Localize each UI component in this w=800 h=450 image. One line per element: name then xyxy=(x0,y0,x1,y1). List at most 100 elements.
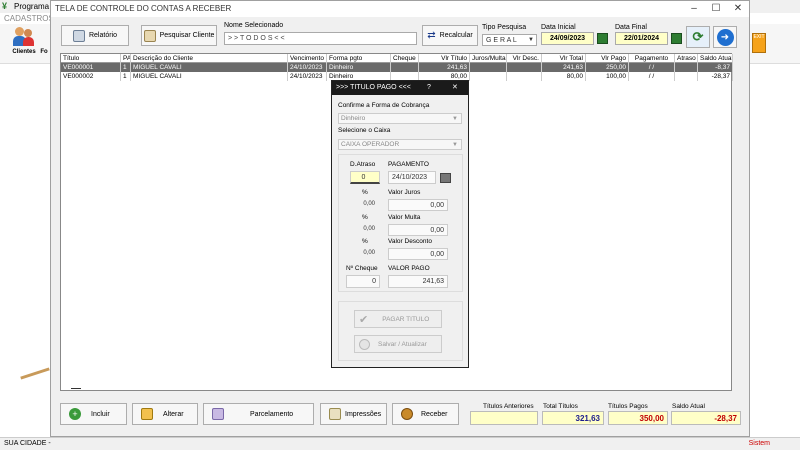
column-header-descricao[interactable]: Descrição do Cliente xyxy=(131,54,288,63)
help-icon[interactable]: ? xyxy=(427,81,431,95)
pagar-titulo-button[interactable]: ✔ PAGAR TITULO xyxy=(354,310,442,328)
status-city: SUA CIDADE - xyxy=(4,440,51,447)
pct-juros-symbol: % xyxy=(362,189,368,196)
calendar-icon[interactable] xyxy=(597,33,608,44)
arrow-right-icon: ➜ xyxy=(716,28,734,46)
cell-juros-multa xyxy=(470,72,507,81)
column-header-cheque[interactable]: Cheque xyxy=(391,54,419,63)
cell-atraso xyxy=(675,63,698,72)
valor-juros-field[interactable]: 0,00 xyxy=(388,199,448,211)
ncheque-label: Nº Cheque xyxy=(346,265,378,272)
alterar-button[interactable]: Alterar xyxy=(132,403,198,425)
titulo-pago-dialog: >>> TITULO PAGO <<< ? ✕ Confirme a Forma… xyxy=(331,80,469,368)
datraso-field[interactable]: 0 xyxy=(350,171,380,184)
saldo-atual-label: Saldo Atual xyxy=(672,403,705,410)
refresh-icon: ⟳ xyxy=(692,29,704,44)
cell-titulo: VE000001 xyxy=(61,63,121,72)
pct-desconto-field[interactable]: 0,00 xyxy=(346,248,378,259)
relatorio-button[interactable]: Relatório xyxy=(61,25,129,46)
next-button[interactable]: ➜ xyxy=(713,26,737,48)
minimize-icon[interactable]: – xyxy=(683,1,705,17)
table-header-row[interactable]: Título PA Descrição do Cliente Vencimento Fo… xyxy=(61,54,733,63)
column-header-forma-pgto[interactable]: Forma pgto xyxy=(327,54,391,63)
table-row[interactable]: VE000001 1 MIGUEL CAVALI 24/10/2023 Dinheiro… xyxy=(61,63,733,72)
receber-button[interactable]: Receber xyxy=(392,403,459,425)
cell-vlr-desc xyxy=(507,72,542,81)
dialog-title: >>> TITULO PAGO <<< xyxy=(336,84,411,91)
chevron-down-icon: ▼ xyxy=(452,142,458,148)
incluir-button[interactable]: + Incluir xyxy=(60,403,127,425)
valor-multa-label: Valor Multa xyxy=(388,214,421,221)
valor-pago-field[interactable]: 241,63 xyxy=(388,275,448,288)
column-header-vlr-pago[interactable]: Vlr Pago xyxy=(586,54,629,63)
caixa-select[interactable]: CAIXA OPERADOR ▼ xyxy=(338,139,462,150)
pagamento-label: PAGAMENTO xyxy=(388,161,429,168)
data-inicial-field[interactable]: 24/09/2023 xyxy=(541,32,594,45)
recalcular-button[interactable]: ⇄ Recalcular xyxy=(422,25,478,46)
pesquisar-cliente-button[interactable]: Pesquisar Cliente xyxy=(141,25,217,46)
forma-cobranca-select[interactable]: Dinheiro ▼ xyxy=(338,113,462,124)
titulos-anteriores-value xyxy=(470,411,538,425)
data-final-label: Data Final xyxy=(615,24,647,31)
cell-vlr-titulo: 241,63 xyxy=(419,63,470,72)
valor-desconto-field[interactable]: 0,00 xyxy=(388,248,448,260)
nome-selecionado-label: Nome Selecionado xyxy=(224,22,284,29)
column-header-atraso[interactable]: Atraso xyxy=(675,54,698,63)
ncheque-field[interactable]: 0 xyxy=(346,275,380,288)
titulos-pagos-label: Títulos Pagos xyxy=(608,403,648,410)
data-inicial-label: Data Inicial xyxy=(541,24,576,31)
cell-saldo-atual: -28,37 xyxy=(698,72,733,81)
status-bar: SUA CIDADE - Sistem xyxy=(0,437,800,450)
cell-saldo-atual: -8,37 xyxy=(698,63,733,72)
add-icon: + xyxy=(69,408,81,420)
maximize-icon[interactable]: ☐ xyxy=(705,1,727,17)
column-header-pagamento[interactable]: Pagamento xyxy=(629,54,675,63)
calendar-icon[interactable] xyxy=(671,33,682,44)
refresh-button[interactable]: ⟳ xyxy=(686,26,710,48)
column-header-juros-multa[interactable]: Juros/Multa xyxy=(470,54,507,63)
datraso-label: D.Atraso xyxy=(350,161,376,168)
nome-selecionado-field[interactable]: > > T O D O S < < xyxy=(224,32,417,45)
impressoes-button[interactable]: Impressões xyxy=(320,403,387,425)
tipo-pesquisa-select[interactable]: G E R A L ▼ xyxy=(482,34,537,46)
printer-icon xyxy=(72,29,85,42)
column-header-pa[interactable]: PA xyxy=(121,54,131,63)
valor-multa-field[interactable]: 0,00 xyxy=(388,224,448,236)
pagamento-field[interactable]: 24/10/2023 xyxy=(388,171,436,184)
cell-pagamento: / / xyxy=(629,72,675,81)
cell-juros-multa xyxy=(470,63,507,72)
toolbar-fornecedores-button[interactable]: Fo xyxy=(38,27,50,55)
toolbar-clientes-button[interactable]: Clientes xyxy=(6,27,42,55)
edit-icon xyxy=(141,408,153,420)
total-titulos-value: 321,63 xyxy=(542,411,604,425)
cell-vlr-total: 80,00 xyxy=(542,72,586,81)
column-header-vlr-total[interactable]: Vlr Total xyxy=(542,54,586,63)
cell-vencimento: 24/10/2023 xyxy=(288,72,327,81)
pct-multa-field[interactable]: 0,00 xyxy=(346,224,378,235)
dialog-titlebar: >>> TITULO PAGO <<< ? ✕ xyxy=(332,81,468,95)
dialog-close-icon[interactable]: ✕ xyxy=(452,81,458,95)
menu-cadastros[interactable]: CADASTROS xyxy=(4,13,54,24)
status-system: Sistem xyxy=(748,440,770,447)
column-header-vlr-desc[interactable]: Vlr Desc. xyxy=(507,54,542,63)
column-header-vlr-titulo[interactable]: Vlr Título xyxy=(419,54,470,63)
pct-juros-field[interactable]: 0,00 xyxy=(346,199,378,210)
salvar-atualizar-button[interactable]: Salvar / Atualizar xyxy=(354,335,442,353)
close-icon[interactable]: ✕ xyxy=(727,1,749,17)
coins-icon xyxy=(401,408,413,420)
window-titlebar: TELA DE CONTROLE DO CONTAS A RECEBER – ☐… xyxy=(51,1,749,17)
column-header-saldo-atual[interactable]: Saldo Atual xyxy=(698,54,733,63)
chevron-down-icon: ▼ xyxy=(452,116,458,122)
tipo-pesquisa-label: Tipo Pesquisa xyxy=(482,24,527,31)
data-final-field[interactable]: 22/01/2024 xyxy=(615,32,668,45)
column-header-vencimento[interactable]: Vencimento xyxy=(288,54,327,63)
installments-icon xyxy=(212,408,224,420)
users-icon xyxy=(13,27,35,47)
calendar-icon[interactable] xyxy=(440,173,451,183)
parcelamento-button[interactable]: Parcelamento xyxy=(203,403,314,425)
column-header-titulo[interactable]: Título xyxy=(61,54,121,63)
cell-descricao: MIGUEL CAVALI xyxy=(131,63,288,72)
exit-icon[interactable]: EXIT xyxy=(752,33,766,53)
grid-scrollbar[interactable] xyxy=(71,388,81,389)
decorative-pen-icon xyxy=(20,367,50,380)
